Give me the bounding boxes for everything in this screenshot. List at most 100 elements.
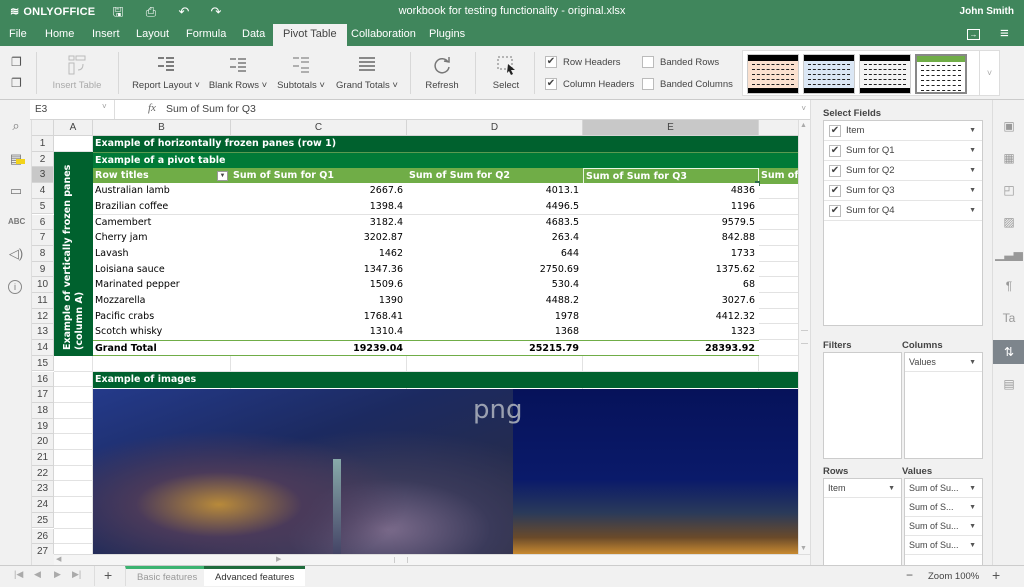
select-button[interactable]: Select: [486, 46, 526, 100]
pivot-value[interactable]: 68: [583, 277, 759, 293]
row-header[interactable]: 19: [32, 418, 54, 435]
column-header-b[interactable]: B: [93, 120, 231, 136]
hamburger-menu-icon[interactable]: ≡: [1000, 25, 1009, 42]
prev-sheet-icon[interactable]: ◀: [34, 569, 41, 580]
field-checkbox[interactable]: ✔: [829, 165, 841, 177]
zoom-out-icon[interactable]: −: [906, 568, 913, 582]
column-header-e[interactable]: E: [583, 120, 759, 136]
pivot-value[interactable]: 263.4: [407, 230, 583, 246]
row-header[interactable]: 9: [32, 261, 54, 278]
column-header-a[interactable]: A: [54, 120, 93, 136]
embedded-image[interactable]: png: [93, 389, 798, 554]
pivot-value[interactable]: 1323: [583, 324, 759, 341]
horizontal-scroll-thumb[interactable]: [394, 557, 408, 563]
pivot-header-q2[interactable]: Sum of Sum for Q2: [407, 168, 583, 184]
grand-total-value[interactable]: 28393.92: [583, 340, 759, 356]
formula-input[interactable]: Sum of Sum for Q3: [166, 103, 256, 115]
row-header[interactable]: 5: [32, 198, 54, 215]
pivot-value[interactable]: 9579.5: [583, 214, 759, 231]
pivot-row-label[interactable]: Lavash: [93, 245, 231, 262]
pivot-value[interactable]: 644: [407, 245, 583, 262]
horizontal-scrollbar[interactable]: ◀ ▶: [54, 554, 810, 565]
field-checkbox[interactable]: ✔: [829, 125, 841, 137]
row-header[interactable]: 8: [32, 245, 54, 262]
column-header-d[interactable]: D: [407, 120, 583, 136]
shape-settings-icon[interactable]: ◰: [993, 178, 1024, 202]
paragraph-settings-icon[interactable]: ¶: [993, 274, 1024, 298]
tab-insert[interactable]: Insert: [92, 24, 120, 46]
report-layout-button[interactable]: Report Layout ˅: [132, 46, 200, 100]
row-header[interactable]: 16: [32, 371, 54, 388]
row-headers-checkbox[interactable]: ✔ Row Headers: [545, 56, 621, 68]
pivot-value[interactable]: 1368: [407, 324, 583, 341]
pivot-header-q4[interactable]: Sum of: [759, 168, 798, 184]
pivot-header-q3-selected[interactable]: Sum of Sum for Q3: [583, 168, 759, 184]
tab-pivot-table[interactable]: Pivot Table: [273, 24, 347, 46]
cell-reference-box[interactable]: E3: [33, 101, 113, 118]
pivot-table-banner[interactable]: Example of a pivot table: [93, 152, 798, 168]
pivot-value[interactable]: 842.88: [583, 230, 759, 246]
select-all-corner[interactable]: [32, 120, 54, 136]
field-item[interactable]: ✔ Sum for Q3 ▼: [824, 181, 982, 201]
pivot-value[interactable]: 1509.6: [231, 277, 407, 293]
user-name[interactable]: John Smith: [960, 6, 1014, 17]
zone-item[interactable]: Sum of Su... ▼: [905, 479, 982, 498]
grand-totals-button[interactable]: Grand Totals ˅: [333, 46, 401, 100]
blank-rows-button[interactable]: Blank Rows ˅: [208, 46, 268, 100]
pivot-row-label[interactable]: Cherry jam: [93, 230, 231, 246]
pivot-value[interactable]: 2667.6: [231, 183, 407, 199]
pivot-value[interactable]: 2750.69: [407, 261, 583, 278]
field-checkbox[interactable]: ✔: [829, 205, 841, 217]
columns-zone[interactable]: Values ▼: [904, 352, 983, 459]
row-header[interactable]: 22: [32, 465, 54, 482]
pivot-value[interactable]: 1196: [583, 198, 759, 215]
zoom-in-icon[interactable]: +: [992, 567, 1000, 583]
frozen-column-banner-cell[interactable]: Example of vertically frozen panes (colu…: [54, 152, 93, 356]
pivot-settings-icon[interactable]: ⇅: [993, 340, 1024, 364]
field-dropdown-icon[interactable]: ▼: [969, 161, 976, 181]
tab-file[interactable]: File: [9, 24, 27, 46]
field-dropdown-icon[interactable]: ▼: [969, 181, 976, 201]
row-header[interactable]: 27: [32, 544, 54, 554]
pivot-value[interactable]: 3202.87: [231, 230, 407, 246]
grand-total-label[interactable]: Grand Total: [93, 340, 231, 356]
gallery-expand-icon[interactable]: ˅: [979, 51, 999, 95]
last-sheet-icon[interactable]: ▶|: [72, 569, 81, 580]
tab-collaboration[interactable]: Collaboration: [351, 24, 416, 46]
row-header[interactable]: 18: [32, 402, 54, 419]
scroll-down-icon[interactable]: ▼: [800, 545, 807, 552]
insert-table-button[interactable]: Insert Table: [46, 46, 108, 100]
pivot-header-q1[interactable]: Sum of Sum for Q1: [231, 168, 407, 184]
field-item[interactable]: ✔ Item ▼: [824, 121, 982, 141]
tab-home[interactable]: Home: [45, 24, 74, 46]
slicer-settings-icon[interactable]: ▤: [993, 372, 1024, 396]
banded-rows-checkbox[interactable]: Banded Rows: [642, 56, 719, 68]
paste-icon[interactable]: ❐: [11, 76, 22, 90]
pivot-value[interactable]: 4683.5: [407, 214, 583, 231]
sheet-tab-basic[interactable]: Basic features: [125, 566, 209, 586]
open-location-icon[interactable]: →: [967, 29, 980, 40]
zone-item-dropdown-icon[interactable]: ▼: [969, 498, 976, 517]
pivot-value[interactable]: 4488.2: [407, 293, 583, 309]
field-checkbox[interactable]: ✔: [829, 145, 841, 157]
scroll-up-icon[interactable]: ▲: [800, 122, 807, 129]
row-header[interactable]: 14: [32, 340, 54, 356]
pivot-value[interactable]: 1768.41: [231, 308, 407, 325]
rows-zone[interactable]: Item ▼: [823, 478, 902, 568]
pivot-row-label[interactable]: Brazilian coffee: [93, 198, 231, 215]
row-header[interactable]: 6: [32, 214, 54, 231]
first-sheet-icon[interactable]: |◀: [14, 569, 23, 580]
tab-data[interactable]: Data: [242, 24, 265, 46]
row-header[interactable]: 4: [32, 183, 54, 199]
zone-item-dropdown-icon[interactable]: ▼: [969, 536, 976, 555]
pivot-value[interactable]: 1398.4: [231, 198, 407, 215]
row-header[interactable]: 26: [32, 528, 54, 545]
row-header[interactable]: 13: [32, 324, 54, 341]
zone-item[interactable]: Sum of Su... ▼: [905, 536, 982, 555]
comments-icon[interactable]: ▤: [8, 151, 25, 167]
zone-item-dropdown-icon[interactable]: ▼: [969, 517, 976, 536]
tab-plugins[interactable]: Plugins: [429, 24, 465, 46]
zone-item[interactable]: Sum of S... ▼: [905, 498, 982, 517]
spellcheck-icon[interactable]: ABC: [8, 214, 25, 230]
vertical-scroll-thumb[interactable]: [801, 330, 808, 344]
